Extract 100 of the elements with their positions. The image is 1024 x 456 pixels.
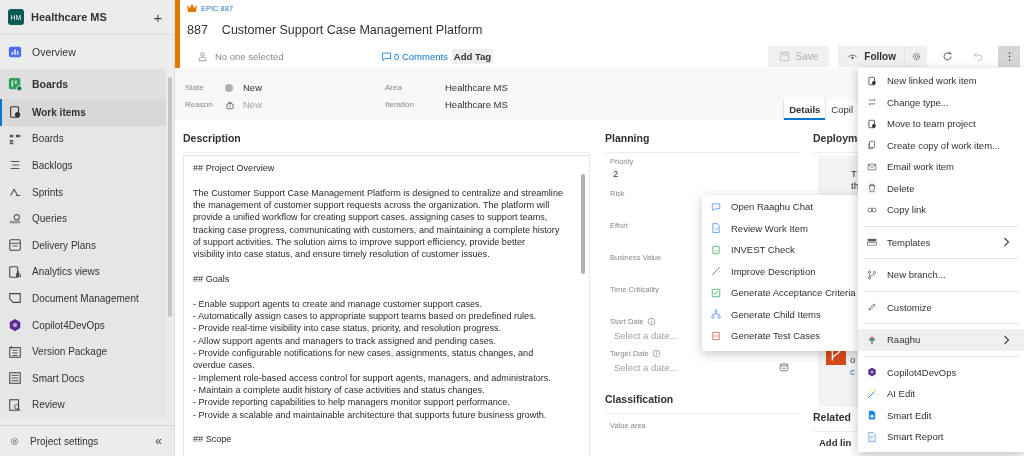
hierarchy-icon <box>711 309 721 320</box>
menu-item[interactable]: Generate Test Cases <box>702 325 858 347</box>
project-settings-link[interactable]: Project settings <box>9 435 99 447</box>
menu-item[interactable]: AI Edit <box>858 383 1024 405</box>
chart-icon <box>8 264 22 279</box>
menu-item[interactable]: Change type... <box>858 91 1024 113</box>
link-icon <box>867 204 877 215</box>
hexagon-icon <box>867 367 877 378</box>
add-button[interactable]: + <box>150 8 166 26</box>
nav-item[interactable]: Review <box>0 391 166 419</box>
tab[interactable]: Details <box>783 99 826 120</box>
wand-icon <box>711 266 721 277</box>
menu-item[interactable]: New linked work item <box>858 70 1024 92</box>
nav-item[interactable]: Work items <box>0 99 166 126</box>
bullet-item: - Provide configurable notifications for new cases, assignments, status changes, and overdue cases. <box>193 347 534 372</box>
envelope-icon <box>867 161 877 172</box>
menu-item[interactable]: Copilot4DevOps <box>858 361 1024 383</box>
chevron-icon <box>1002 334 1012 345</box>
bullet-item: - Provide reporting capabilities to help managers monitor support performance. <box>193 396 510 409</box>
gear-icon <box>9 435 20 447</box>
checkbox-icon <box>711 287 721 298</box>
field-value[interactable]: Healthcare MS <box>445 99 585 110</box>
menu-item[interactable]: Templates <box>858 231 1024 253</box>
bullet-item: - Maintain a complete audit history of case activities and status changes. <box>193 384 485 397</box>
package-icon <box>8 344 22 359</box>
pencil-icon <box>867 302 877 313</box>
menu-item[interactable]: Generate Child Items <box>702 303 858 325</box>
link[interactable]: c <box>850 366 856 378</box>
clipboard-icon <box>867 75 877 86</box>
field-label: State <box>185 83 205 92</box>
nav-item[interactable]: Boards <box>0 125 166 153</box>
menu-item[interactable]: Generate Acceptance Criteria <box>702 282 858 304</box>
hexagon-icon <box>8 318 22 333</box>
menu-item[interactable]: Raaghu <box>858 329 1024 351</box>
assignee-picker[interactable]: No one selected <box>197 50 373 62</box>
bullet-item: - Enable support agents to create and manage customer support cases. <box>193 297 483 310</box>
floppy-icon <box>778 50 790 62</box>
status-dot <box>225 83 233 92</box>
menu-item[interactable]: Customize <box>858 296 1024 318</box>
bullet-item: - Provide a scalable and maintainable architecture that supports future business growth. <box>193 408 547 422</box>
menu-item[interactable]: Copy link <box>858 199 1024 221</box>
nav-item[interactable]: Analytics views <box>0 258 166 286</box>
add-link-button[interactable]: Add lin <box>819 437 852 448</box>
bullet-item: - Implement role-based access control for support agents, managers, and administrators. <box>193 371 551 385</box>
comments-link[interactable]: 0 Comments <box>381 50 448 62</box>
tab[interactable]: Copil <box>825 99 858 120</box>
card-text: T <box>851 168 858 180</box>
nav-item[interactable]: Overview <box>0 37 166 67</box>
collapse-button[interactable]: « <box>155 434 162 448</box>
add-tag-button[interactable]: Add Tag <box>451 48 494 64</box>
document-icon <box>867 410 877 421</box>
menu-item[interactable]: Improve Description <box>702 260 858 282</box>
menu-item[interactable]: Email work item <box>858 156 1024 178</box>
field-value[interactable]: Healthcare MS <box>445 82 585 93</box>
nav-item[interactable]: Version Package <box>0 338 166 365</box>
menu-item[interactable]: Open Raaghu Chat <box>702 196 858 218</box>
info-icon <box>651 349 661 358</box>
nav-item[interactable]: Backlogs <box>0 152 166 179</box>
nav-item[interactable]: Queries <box>0 205 166 232</box>
work-item-title[interactable]: Customer Support Case Management Platform <box>221 23 483 37</box>
clipboard-icon <box>711 244 721 255</box>
chevron-icon <box>1002 237 1012 248</box>
more-button[interactable] <box>998 45 1020 67</box>
nav-item[interactable]: Copilot4DevOps <box>0 311 166 339</box>
scrollbar[interactable] <box>168 77 172 317</box>
menu-item[interactable]: INVEST Check <box>702 239 858 261</box>
query-icon <box>8 211 22 226</box>
document-icon <box>711 223 721 234</box>
bullet-item: - Allow support agents and managers to track assigned and pending cases. <box>193 334 496 347</box>
tree-icon <box>867 334 877 345</box>
wand-icon <box>867 388 877 399</box>
nav-item[interactable]: Smart Docs <box>0 364 166 392</box>
menu-item[interactable]: Move to team project <box>858 113 1024 135</box>
chart-icon <box>8 45 22 59</box>
copy-icon <box>867 140 877 151</box>
card-text: th <box>851 180 859 192</box>
person-icon <box>197 50 208 62</box>
bullet-item: - Automatically assign cases to appropriate support teams based on predefined rules. <box>193 310 537 323</box>
menu-item[interactable]: Delete <box>858 177 1024 199</box>
section-title: Planning <box>605 132 801 153</box>
bullet-item: - Provide real-time visibility into case status, priority, and resolution progress. <box>193 322 502 335</box>
info-icon <box>646 317 656 326</box>
input-field[interactable]: 2 <box>610 166 619 182</box>
menu-item[interactable]: Review Work Item <box>702 217 858 239</box>
menu-item[interactable]: New branch... <box>858 264 1024 286</box>
calendar-icon <box>8 238 22 253</box>
refresh-icon <box>941 50 953 62</box>
nav-item[interactable]: Sprints <box>0 178 166 206</box>
nav-item[interactable]: Document Management <box>0 285 166 312</box>
test-icon <box>711 330 721 341</box>
field-value[interactable]: New <box>243 82 383 93</box>
type-color-bar <box>175 0 180 68</box>
nav-item[interactable]: Boards <box>0 69 166 99</box>
nav-item[interactable]: Delivery Plans <box>0 231 166 259</box>
swap-arrows-icon <box>867 97 877 108</box>
field-label: Reason <box>185 100 214 109</box>
description-editor[interactable] <box>183 155 590 456</box>
field-label: Area <box>385 83 403 92</box>
clipboard-icon <box>867 118 877 129</box>
scrollbar[interactable] <box>581 174 585 274</box>
